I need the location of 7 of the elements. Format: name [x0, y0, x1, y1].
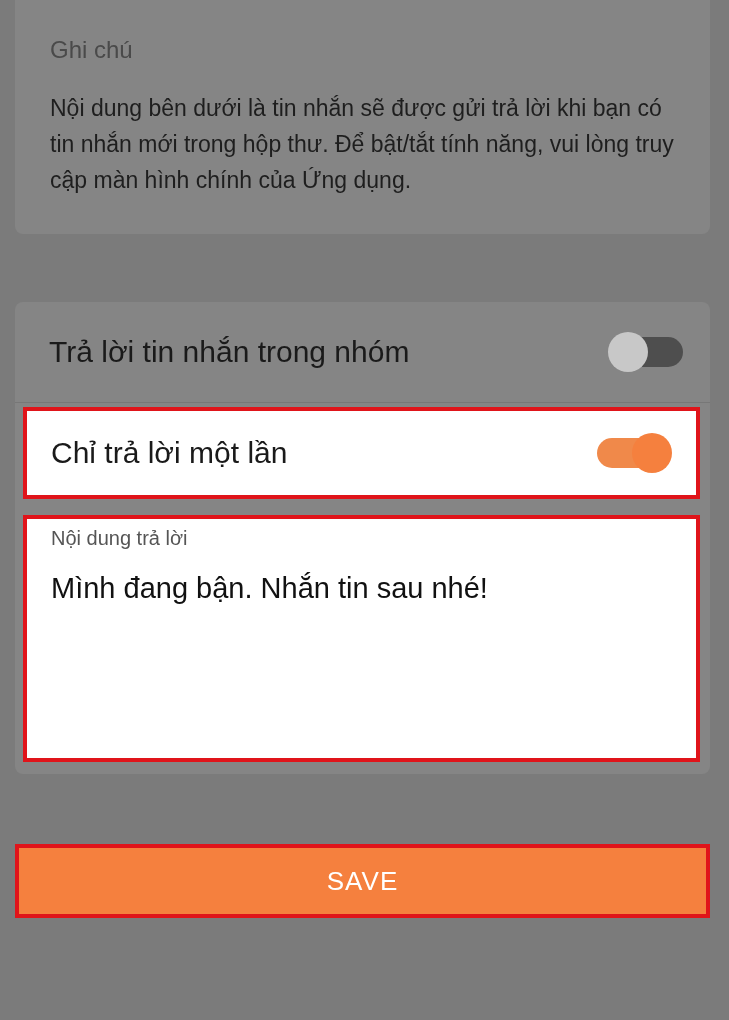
- setting-label: Chỉ trả lời một lần: [51, 436, 288, 470]
- reply-text-field[interactable]: Nội dung trả lời Mình đang bận. Nhắn tin sau nhé!: [23, 515, 700, 762]
- note-text: Nội dung bên dưới là tin nhắn sẽ được gửi trả lời khi bạn có tin nhắn mới trong hộp thư. Để bật/tắt tính năng, vui lòng truy cập màn hình chính của Ứng dụng.: [50, 94, 675, 195]
- reply-input-field[interactable]: Mình đang bận. Nhắn tin sau nhé!: [51, 572, 672, 722]
- setting-label: Trả lời tin nhắn trong nhóm: [49, 335, 410, 369]
- note-title: Ghi chú: [50, 36, 134, 64]
- field-label: Nội dung trả lời: [51, 527, 189, 550]
